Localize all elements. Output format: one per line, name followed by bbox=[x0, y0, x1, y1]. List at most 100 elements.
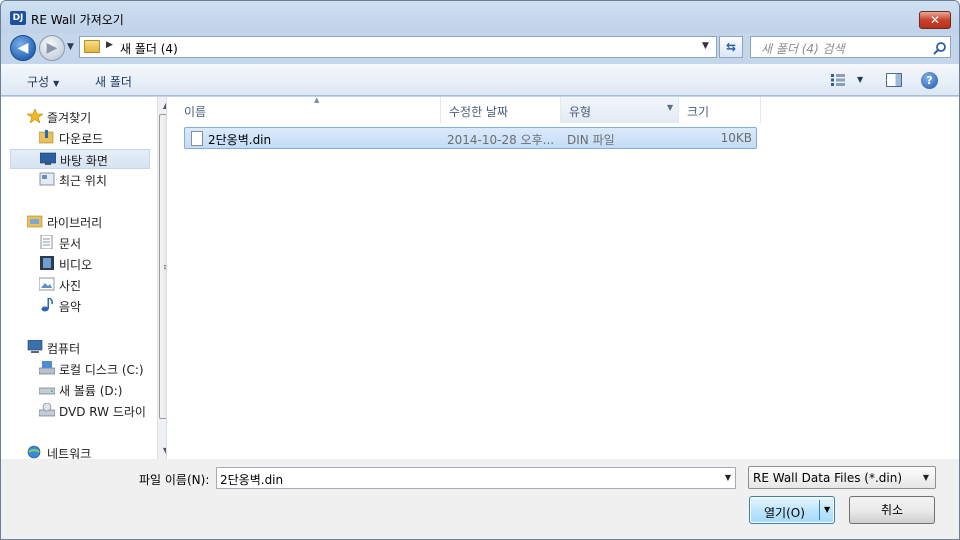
open-button[interactable]: 열기(O) ▼ bbox=[749, 496, 835, 524]
sidebar-item-local-disk-c[interactable]: 로컬 디스크 (C:) bbox=[39, 359, 151, 379]
file-modified-date: 2014-10-28 오후... bbox=[447, 133, 555, 147]
sidebar-item-label: 최근 위치 bbox=[59, 174, 107, 188]
sidebar-item-label: 사진 bbox=[59, 279, 82, 293]
folder-icon bbox=[84, 40, 100, 53]
breadcrumb-arrow-icon[interactable]: ▶ bbox=[106, 40, 113, 50]
local-disk-icon bbox=[39, 361, 55, 375]
sidebar-item-label: 문서 bbox=[59, 237, 82, 251]
table-row[interactable]: 2단옹벽.din 2014-10-28 오후... DIN 파일 10KB bbox=[184, 127, 757, 149]
column-header-label: 수정한 날짜 bbox=[449, 105, 509, 119]
address-history-dropdown-icon[interactable]: ▼ bbox=[702, 41, 709, 51]
column-header-type[interactable]: 유형 ▼ bbox=[561, 97, 679, 123]
breadcrumb-current-folder[interactable]: 새 폴더 (4) bbox=[120, 40, 178, 57]
preview-pane-icon[interactable] bbox=[886, 73, 902, 87]
command-toolbar: 구성 ▼ 새 폴더 ▼ ? bbox=[1, 64, 959, 96]
sidebar-item-documents[interactable]: 문서 bbox=[39, 233, 151, 253]
network-icon bbox=[27, 445, 41, 459]
app-icon: DJ bbox=[10, 11, 26, 25]
column-filter-dropdown-icon[interactable]: ▼ bbox=[667, 103, 673, 112]
cancel-button[interactable]: 취소 bbox=[849, 496, 935, 524]
scroll-down-icon[interactable]: ▼ bbox=[158, 442, 166, 459]
view-dropdown-icon[interactable]: ▼ bbox=[857, 75, 863, 84]
file-type-filter-select[interactable]: RE Wall Data Files (*.din) ▼ bbox=[748, 466, 936, 489]
pictures-icon bbox=[39, 277, 55, 291]
sidebar-item-label: 다운로드 bbox=[59, 132, 104, 146]
column-header-label: 유형 bbox=[569, 105, 592, 119]
music-icon bbox=[41, 298, 53, 312]
sidebar-item-desktop[interactable]: 바탕 화면 bbox=[10, 149, 150, 169]
filename-value[interactable]: 2단옹벽.din bbox=[220, 471, 283, 488]
filter-value: RE Wall Data Files (*.din) bbox=[753, 471, 903, 485]
column-header-label: 크기 bbox=[687, 105, 710, 119]
video-icon bbox=[40, 256, 54, 270]
dialog-footer: 파일 이름(N): 2단옹벽.din ▼ RE Wall Data Files … bbox=[1, 459, 959, 539]
column-header-size[interactable]: 크기 bbox=[679, 97, 761, 123]
recent-pages-dropdown[interactable]: ▼ bbox=[67, 42, 74, 52]
column-header-name[interactable]: 이름 ▲ bbox=[176, 96, 441, 123]
navigation-pane: 즐겨찾기 다운로드 바탕 화면 최근 위치 라이브러리 문서 비디오 사진 음악… bbox=[9, 97, 167, 459]
column-header-modified[interactable]: 수정한 날짜 bbox=[441, 97, 561, 123]
sidebar-item-favorites[interactable]: 즐겨찾기 bbox=[27, 107, 152, 127]
file-open-dialog: DJ RE Wall 가져오기 ✕ ◀ ▶ ▼ ▶ 새 폴더 (4) ▼ ⇆ 새… bbox=[0, 0, 960, 540]
computer-icon bbox=[27, 340, 43, 353]
close-button[interactable]: ✕ bbox=[919, 11, 951, 29]
file-icon bbox=[191, 131, 203, 146]
sidebar-item-network[interactable]: 네트워크 bbox=[27, 443, 152, 459]
search-input[interactable]: 새 폴더 (4) 검색 bbox=[750, 36, 951, 58]
sidebar-item-label: 음악 bbox=[59, 300, 82, 314]
help-icon[interactable]: ? bbox=[921, 72, 938, 89]
navigation-scrollbar[interactable]: ▲ ≡ ▼ bbox=[157, 97, 166, 459]
sidebar-item-label: 비디오 bbox=[59, 258, 93, 272]
scroll-up-icon[interactable]: ▲ bbox=[158, 97, 166, 114]
chevron-down-icon: ▼ bbox=[53, 79, 60, 88]
filename-dropdown-icon[interactable]: ▼ bbox=[725, 473, 731, 482]
sidebar-item-music[interactable]: 음악 bbox=[39, 296, 151, 316]
sidebar-item-label: 라이브러리 bbox=[47, 216, 103, 230]
sidebar-item-libraries[interactable]: 라이브러리 bbox=[27, 212, 152, 232]
sidebar-item-computer[interactable]: 컴퓨터 bbox=[27, 338, 152, 358]
back-button[interactable]: ◀ bbox=[10, 35, 36, 61]
column-header-label: 이름 bbox=[184, 105, 207, 119]
file-type: DIN 파일 bbox=[567, 133, 615, 147]
search-icon[interactable] bbox=[933, 41, 947, 55]
window-title: RE Wall 가져오기 bbox=[31, 13, 124, 27]
address-bar[interactable]: ▶ 새 폴더 (4) ▼ bbox=[79, 36, 717, 58]
star-icon bbox=[27, 109, 43, 123]
filename-input[interactable]: 2단옹벽.din ▼ bbox=[216, 467, 736, 489]
sidebar-item-label: 로컬 디스크 (C:) bbox=[59, 363, 144, 377]
filename-label: 파일 이름(N): bbox=[139, 473, 210, 487]
grip-icon: ≡ bbox=[163, 263, 166, 273]
sort-ascending-icon: ▲ bbox=[314, 96, 320, 104]
sidebar-item-downloads[interactable]: 다운로드 bbox=[39, 128, 151, 148]
downloads-folder-icon bbox=[39, 130, 54, 144]
libraries-icon bbox=[27, 215, 43, 228]
organize-label: 구성 bbox=[27, 75, 50, 89]
sidebar-item-videos[interactable]: 비디오 bbox=[39, 254, 151, 274]
sidebar-item-label: 바탕 화면 bbox=[60, 154, 108, 168]
file-name: 2단옹벽.din bbox=[208, 133, 272, 147]
chevron-down-icon: ▼ bbox=[922, 473, 929, 482]
sidebar-item-pictures[interactable]: 사진 bbox=[39, 275, 151, 295]
new-folder-button[interactable]: 새 폴더 bbox=[95, 73, 132, 90]
split-divider bbox=[819, 500, 820, 520]
documents-icon bbox=[40, 235, 53, 249]
title-bar: DJ RE Wall 가져오기 ✕ bbox=[1, 1, 959, 33]
open-options-dropdown-icon[interactable]: ▼ bbox=[824, 505, 830, 514]
scrollbar-thumb[interactable]: ≡ bbox=[159, 114, 166, 419]
sidebar-item-volume-d[interactable]: 새 볼륨 (D:) bbox=[39, 380, 151, 400]
sidebar-item-label: 새 볼륨 (D:) bbox=[59, 384, 123, 398]
sidebar-item-label: 컴퓨터 bbox=[47, 342, 81, 356]
sidebar-item-dvd-drive[interactable]: DVD RW 드라이 bbox=[39, 401, 151, 421]
sidebar-item-label: 즐겨찾기 bbox=[47, 111, 92, 125]
sidebar-item-recent-places[interactable]: 최근 위치 bbox=[39, 170, 151, 190]
dialog-body: 즐겨찾기 다운로드 바탕 화면 최근 위치 라이브러리 문서 비디오 사진 음악… bbox=[1, 96, 959, 459]
open-button-label: 열기(O) bbox=[764, 506, 805, 520]
view-options-icon[interactable] bbox=[831, 74, 845, 86]
search-placeholder[interactable]: 새 폴더 (4) 검색 bbox=[761, 40, 845, 57]
forward-button[interactable]: ▶ bbox=[39, 35, 65, 61]
organize-button[interactable]: 구성 ▼ bbox=[27, 73, 59, 90]
refresh-button[interactable]: ⇆ bbox=[719, 36, 743, 58]
sidebar-item-label: DVD RW 드라이 bbox=[59, 405, 146, 419]
recent-places-icon bbox=[39, 172, 55, 186]
sidebar-item-label: 네트워크 bbox=[47, 447, 92, 459]
